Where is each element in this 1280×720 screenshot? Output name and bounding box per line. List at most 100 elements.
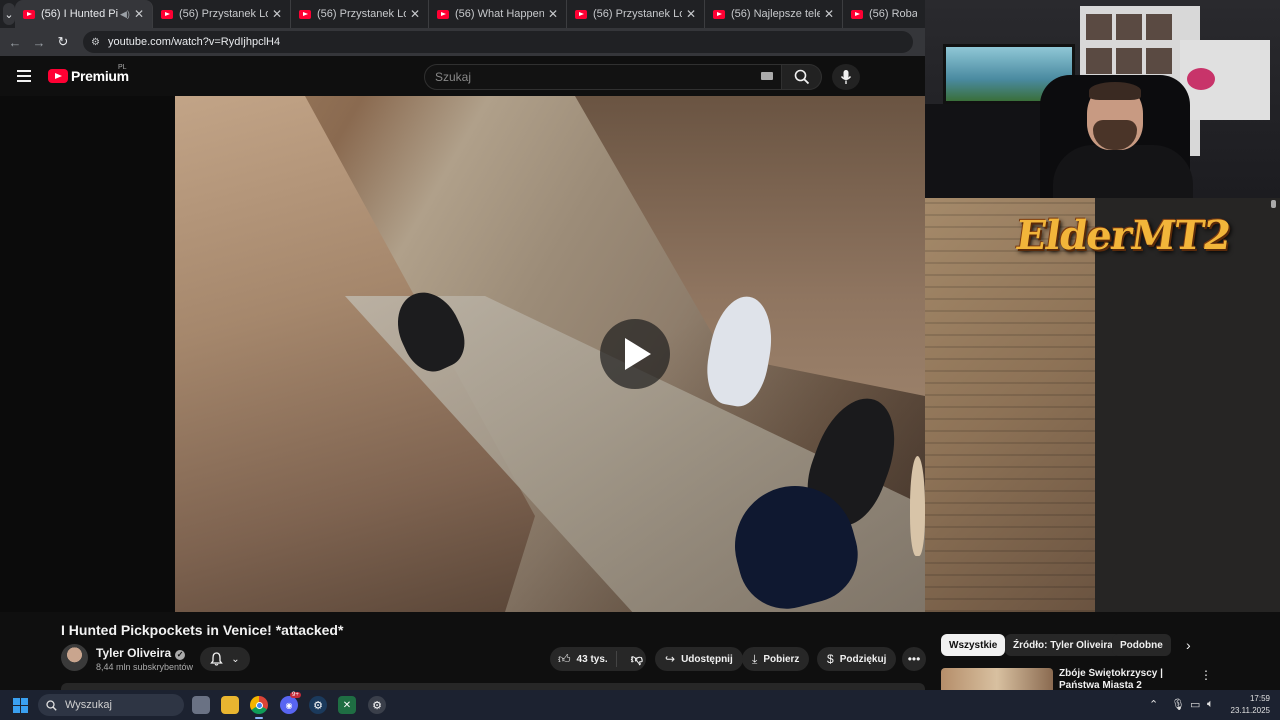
channel-name-text: Tyler Oliveira (96, 646, 172, 660)
tab-title: (56) What Happens When (455, 8, 544, 20)
close-tab-icon[interactable]: ✕ (824, 7, 834, 21)
keyboard-icon[interactable] (761, 72, 773, 80)
tab-search-chevron-icon[interactable]: ⌄ (3, 3, 15, 25)
youtube-header: Premium PL Szukaj (0, 56, 925, 96)
thumbs-down-icon: 👎︎ (630, 651, 643, 666)
taskbar-search-placeholder: Wyszukaj (65, 699, 112, 711)
reload-icon[interactable]: ↻ (51, 34, 75, 50)
right-dark-panel (1095, 198, 1280, 612)
taskbar-clock[interactable]: 17:59 23.11.2025 (1226, 693, 1270, 717)
dislike-button[interactable]: 👎︎ (623, 652, 643, 667)
tray-microphone-icon[interactable]: 🎙︎ (1171, 698, 1185, 711)
steam-icon[interactable]: ⚙ (309, 696, 327, 714)
search-placeholder: Szukaj (435, 70, 472, 84)
tray-volume-icon[interactable]: 🔈︎ (1207, 698, 1214, 711)
search-button[interactable] (782, 64, 822, 90)
chip-related[interactable]: Podobne (1112, 634, 1171, 656)
voice-search-button[interactable] (832, 64, 860, 90)
tray-network-icon[interactable]: ▭ (1190, 698, 1200, 711)
youtube-favicon-icon (23, 9, 35, 19)
youtube-favicon-icon (161, 9, 173, 19)
share-button[interactable]: ↪ Udostępnij (655, 647, 743, 671)
close-tab-icon[interactable]: ✕ (272, 7, 282, 21)
webcam-decoration (1187, 68, 1215, 90)
tab-title: (56) Przystanek Lombard (593, 8, 682, 20)
search-icon (46, 699, 57, 711)
forward-arrow-icon[interactable]: → (27, 35, 51, 50)
close-tab-icon[interactable]: ✕ (548, 7, 558, 21)
streamer-logo: ElderMT2 (1012, 212, 1234, 259)
tab-title: (56) I Hunted Pickpoc (41, 8, 119, 20)
super-thanks-icon: $ (827, 652, 834, 666)
description-box[interactable] (61, 683, 925, 690)
discord-notification-badge: 9+ (290, 692, 301, 698)
youtube-logo[interactable]: Premium PL (48, 64, 129, 84)
browser-tab-0[interactable]: (56) I Hunted Pickpoc ◀) ✕ (15, 0, 153, 28)
like-count: 43 tys. (576, 653, 608, 665)
close-tab-icon[interactable]: ✕ (410, 7, 420, 21)
close-tab-icon[interactable]: ✕ (134, 7, 144, 21)
channel-name[interactable]: Tyler Oliveira ✓ (96, 646, 186, 660)
video-frame-person (910, 456, 925, 556)
chip-from-channel[interactable]: Źródło: Tyler Oliveira (1005, 634, 1121, 656)
webcam-person-hair (1089, 82, 1141, 100)
menu-hamburger-icon[interactable] (17, 70, 31, 82)
video-player[interactable] (175, 96, 925, 612)
close-tab-icon[interactable]: ✕ (686, 7, 696, 21)
tray-overflow-chevron-icon[interactable]: ⌃ (1149, 698, 1158, 711)
country-code: PL (118, 64, 127, 71)
channel-avatar[interactable] (61, 644, 88, 671)
back-arrow-icon[interactable]: ← (3, 35, 27, 50)
like-button[interactable]: 👍︎ 43 tys. (550, 651, 617, 667)
thumbs-up-icon: 👍︎ (558, 651, 571, 666)
browser-tab-4[interactable]: (56) Przystanek Lombard ✕ (567, 0, 705, 28)
youtube-favicon-icon (299, 9, 311, 19)
excel-icon[interactable]: ✕ (338, 696, 356, 714)
windows-start-icon[interactable] (13, 698, 28, 713)
browser-tab-2[interactable]: (56) Przystanek Lombard ✕ (291, 0, 429, 28)
browser-tab-1[interactable]: (56) Przystanek Lombard ✕ (153, 0, 291, 28)
recommendation-thumbnail[interactable] (941, 668, 1053, 690)
more-actions-button[interactable]: ••• (902, 647, 926, 671)
audio-playing-icon[interactable]: ◀) (120, 9, 130, 20)
share-label: Udostępnij (681, 653, 733, 665)
recommendation-title[interactable]: Zbóje Świętokrzyscy | Państwa Miasta 2 (1059, 668, 1189, 690)
chrome-icon[interactable] (250, 696, 268, 719)
more-horizontal-icon: ••• (907, 652, 921, 666)
share-arrow-icon: ↪ (665, 652, 676, 666)
chip-label: Wszystkie (949, 639, 998, 651)
browser-tab-6[interactable]: (56) Robalini (843, 0, 925, 28)
like-dislike-group: 👍︎ 43 tys. 👎︎ (550, 647, 646, 671)
download-icon: ⤓ (752, 651, 758, 666)
clock-date: 23.11.2025 (1230, 706, 1270, 715)
tab-title: (56) Przystanek Lombard (179, 8, 268, 20)
search-icon (794, 69, 809, 85)
play-button[interactable] (600, 319, 670, 389)
site-info-icon[interactable]: ⚙ (91, 37, 100, 48)
screen: ⌄ (56) I Hunted Pickpoc ◀) ✕ (56) Przyst… (0, 0, 1280, 720)
task-view-icon[interactable] (192, 696, 210, 714)
video-frame-brick-wall (925, 198, 1095, 612)
video-details: I Hunted Pickpockets in Venice! *attacke… (0, 612, 1280, 690)
browser-tab-strip: ⌄ (56) I Hunted Pickpoc ◀) ✕ (56) Przyst… (0, 0, 925, 28)
download-button[interactable]: ⤓ Pobierz (742, 647, 810, 671)
youtube-play-logo-icon (48, 69, 68, 83)
chip-all[interactable]: Wszystkie (941, 634, 1006, 656)
scrollbar-thumb[interactable] (1271, 200, 1276, 208)
browser-tab-3[interactable]: (56) What Happens When ✕ (429, 0, 567, 28)
recommendation-more-vertical-icon[interactable]: ⋮ (1200, 668, 1212, 682)
taskbar-search-input[interactable]: Wyszukaj (38, 694, 184, 716)
browser-tab-5[interactable]: (56) Najlepsze telefony ro ✕ (705, 0, 843, 28)
app-gear-icon[interactable]: ⚙ (368, 696, 386, 714)
play-icon (625, 338, 651, 370)
discord-icon[interactable]: ◉ (280, 696, 298, 714)
subscriber-count: 8,44 mln subskrybentów (96, 662, 194, 672)
notifications-button[interactable]: ⌄ (200, 647, 250, 671)
file-explorer-icon[interactable] (221, 696, 239, 714)
video-title: I Hunted Pickpockets in Venice! *attacke… (61, 622, 344, 638)
search-input[interactable]: Szukaj (424, 64, 782, 90)
tab-title: (56) Przystanek Lombard (317, 8, 406, 20)
chevron-right-icon[interactable]: › (1186, 637, 1191, 653)
thanks-button[interactable]: $ Podziękuj (817, 647, 897, 671)
address-bar[interactable]: ⚙ youtube.com/watch?v=RydIjhpclH4 (83, 31, 913, 53)
